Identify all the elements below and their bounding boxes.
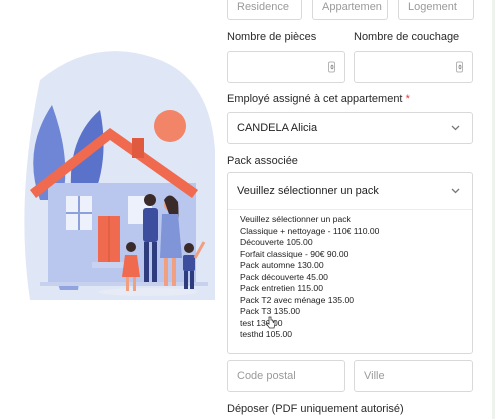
pack-select-head[interactable]: Veuillez sélectionner un pack <box>228 173 472 210</box>
residence-placeholder: Residence <box>237 1 289 13</box>
pack-option[interactable]: Veuillez sélectionner un pack <box>240 214 460 226</box>
pack-option[interactable]: Pack T2 avec ménage 135.00 <box>240 295 460 307</box>
pack-option[interactable]: Pack entretien 115.00 <box>240 283 460 295</box>
chevron-down-icon <box>451 125 460 131</box>
pack-option[interactable]: Pack découverte 45.00 <box>240 272 460 284</box>
city-placeholder: Ville <box>364 370 385 382</box>
logement-placeholder: Logement <box>408 1 457 13</box>
employee-label-text: Employé assigné à cet appartement <box>227 93 403 105</box>
couchage-label: Nombre de couchage <box>354 31 460 43</box>
residence-input[interactable]: Residence <box>227 0 302 20</box>
city-input[interactable]: Ville <box>354 360 473 392</box>
required-mark: * <box>405 93 410 105</box>
number-spinner-icon[interactable] <box>456 61 463 73</box>
pack-option[interactable]: Pack automne 130.00 <box>240 260 460 272</box>
chevron-down-icon <box>451 188 460 194</box>
logement-input[interactable]: Logement <box>398 0 474 20</box>
pack-select[interactable]: Veuillez sélectionner un pack Veuillez s… <box>227 172 473 354</box>
postal-code-input[interactable]: Code postal <box>227 360 345 392</box>
pack-option[interactable]: Découverte 105.00 <box>240 237 460 249</box>
pieces-number-input[interactable] <box>227 51 345 83</box>
upload-label: Déposer (PDF uniquement autorisé) <box>227 403 404 415</box>
employee-select[interactable]: CANDELA Alicia <box>227 112 473 144</box>
appartement-input[interactable]: Appartemen <box>312 0 388 20</box>
pack-placeholder: Veuillez sélectionner un pack <box>237 185 379 197</box>
pack-option[interactable]: Forfait classique - 90€ 90.00 <box>240 249 460 261</box>
appartement-placeholder: Appartemen <box>322 1 382 13</box>
employee-label: Employé assigné à cet appartement * <box>227 93 410 105</box>
mouse-cursor-icon <box>265 316 276 329</box>
employee-selected-value: CANDELA Alicia <box>237 122 318 134</box>
number-spinner-icon[interactable] <box>328 61 335 73</box>
pack-label: Pack associée <box>227 155 298 167</box>
pack-option[interactable]: testhd 105.00 <box>240 329 460 341</box>
pack-option[interactable]: Classique + nettoyage - 110€ 110.00 <box>240 226 460 238</box>
postal-placeholder: Code postal <box>237 370 296 382</box>
house-family-illustration <box>24 51 215 300</box>
pieces-label: Nombre de pièces <box>227 31 317 43</box>
couchage-number-input[interactable] <box>354 51 473 83</box>
